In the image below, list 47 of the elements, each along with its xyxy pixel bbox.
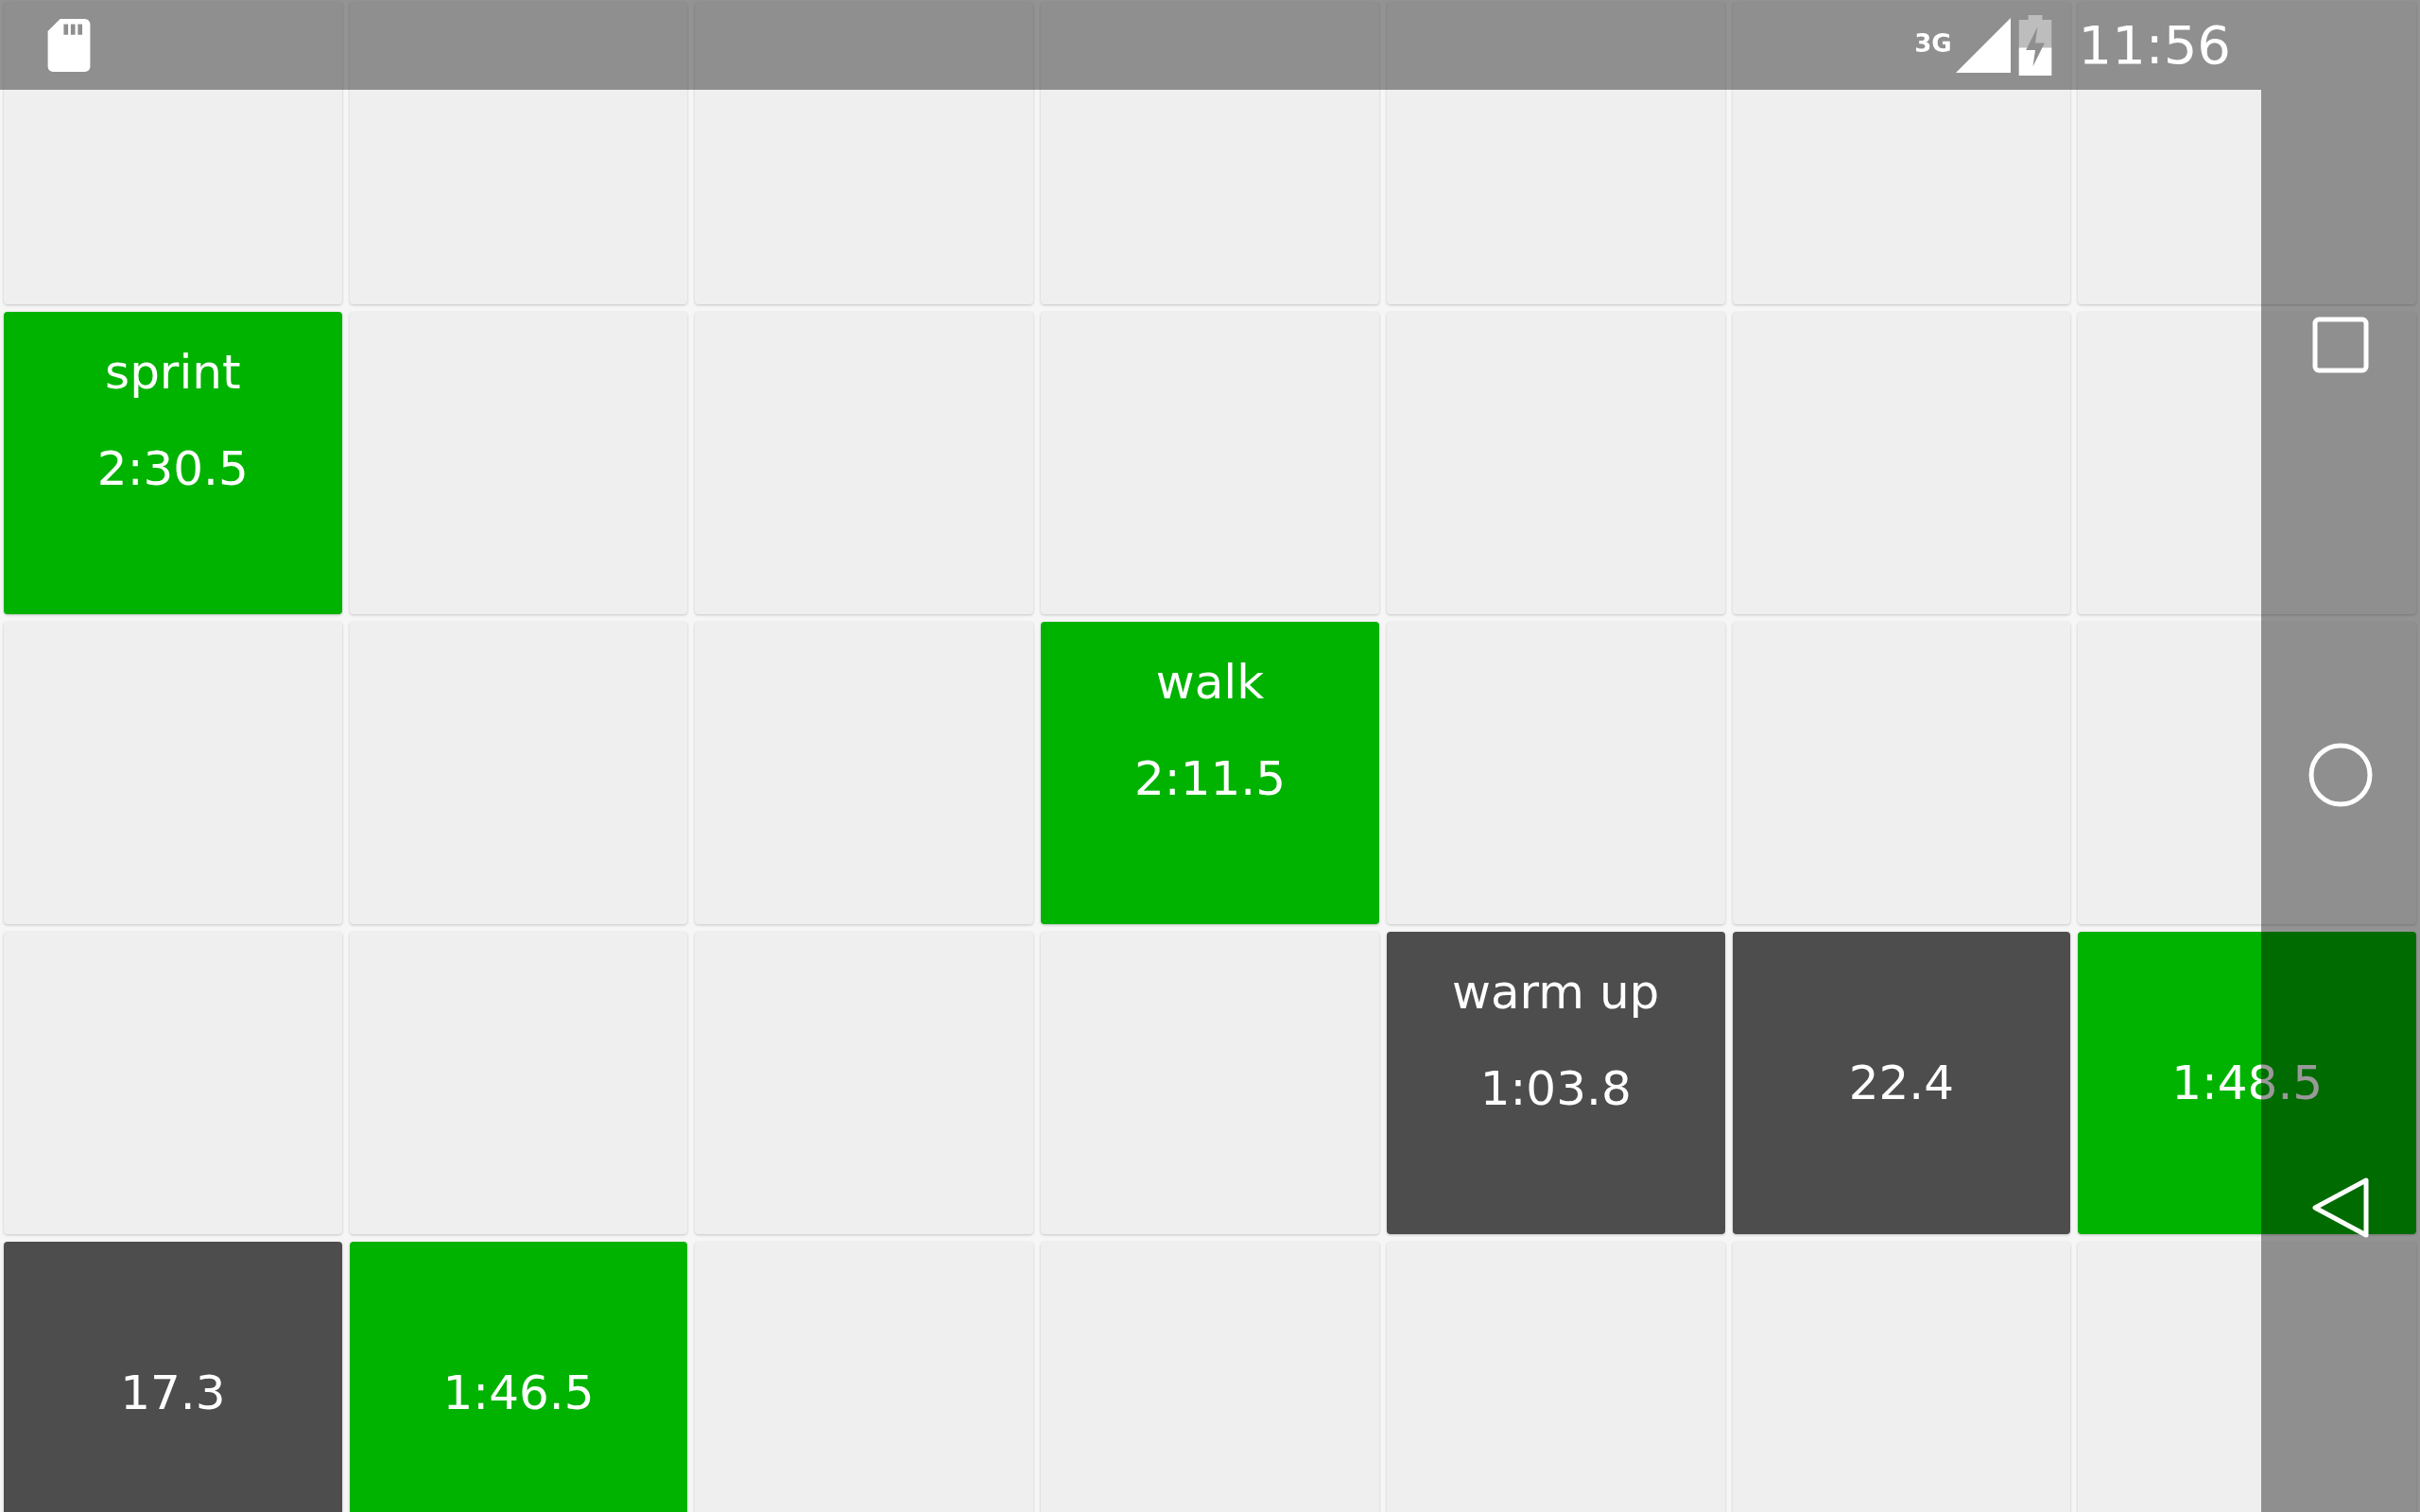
tile-time: 17.3 xyxy=(120,1365,226,1422)
tile-time: 1:03.8 xyxy=(1479,1060,1632,1118)
tile-time: 2:30.5 xyxy=(96,440,249,498)
tile[interactable] xyxy=(1386,312,1725,614)
clock: 11:56 xyxy=(2078,14,2231,76)
tile[interactable]: 1:46.5 xyxy=(349,1242,688,1512)
signal-icon xyxy=(1955,17,2011,73)
tile[interactable] xyxy=(1732,622,2071,924)
tile[interactable]: walk 2:11.5 xyxy=(1041,622,1379,924)
tile[interactable] xyxy=(1732,2,2071,304)
tile[interactable] xyxy=(2078,2,2416,304)
tile[interactable]: sprint 2:30.5 xyxy=(4,312,342,614)
tile[interactable] xyxy=(695,622,1034,924)
tile[interactable] xyxy=(1732,312,2071,614)
tile[interactable] xyxy=(695,932,1034,1234)
tile[interactable] xyxy=(349,2,688,304)
tile-time: 2:11.5 xyxy=(1134,750,1286,808)
tile-label: sprint xyxy=(105,344,241,402)
tile[interactable] xyxy=(4,932,342,1234)
tile[interactable]: 22.4 xyxy=(1732,932,2071,1234)
tile-time: 1:48.5 xyxy=(2171,1055,2324,1112)
tile[interactable] xyxy=(349,932,688,1234)
tile[interactable] xyxy=(1041,2,1379,304)
circle-icon xyxy=(2308,742,2374,808)
network-type: 3G xyxy=(1914,29,1952,58)
tile[interactable] xyxy=(4,622,342,924)
tile[interactable] xyxy=(2078,1242,2416,1512)
tile-label: walk xyxy=(1155,654,1265,712)
tile[interactable]: 17.3 xyxy=(4,1242,342,1512)
tile-time: 1:46.5 xyxy=(442,1365,595,1422)
tile[interactable] xyxy=(1041,932,1379,1234)
tile[interactable]: warm up 1:03.8 xyxy=(1386,932,1725,1234)
tile[interactable] xyxy=(349,622,688,924)
tile-label: warm up xyxy=(1452,964,1660,1022)
tile[interactable] xyxy=(2078,312,2416,614)
tile[interactable]: 1:48.5 xyxy=(2078,932,2416,1234)
tile[interactable] xyxy=(695,312,1034,614)
tile-time: 22.4 xyxy=(1848,1055,1955,1112)
tile[interactable] xyxy=(4,2,342,304)
tile[interactable] xyxy=(1386,622,1725,924)
tile[interactable] xyxy=(695,2,1034,304)
back-icon xyxy=(2311,1177,2370,1239)
tile[interactable] xyxy=(349,312,688,614)
tile[interactable] xyxy=(1386,2,1725,304)
square-icon xyxy=(2312,317,2369,373)
tile[interactable] xyxy=(2078,622,2416,924)
tile[interactable] xyxy=(1041,312,1379,614)
